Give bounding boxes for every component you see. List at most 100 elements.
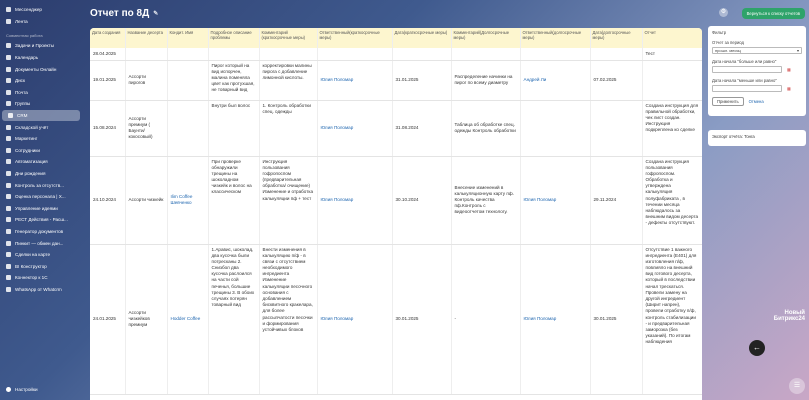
menu-icon — [6, 55, 11, 61]
sidebar-item[interactable]: Задачи и Проекты — [0, 40, 82, 52]
sidebar-item[interactable]: Сотрудники — [0, 145, 82, 157]
cell-text: Ассорти пирогов — [128, 73, 146, 85]
sidebar-item-settings[interactable]: Настройки — [6, 387, 38, 392]
table-cell[interactable]: Юлия Поломар — [317, 60, 393, 101]
table-cell: Ассорти премиум ( Баунти/ кокосовый) — [125, 100, 168, 157]
start-date-input[interactable] — [712, 66, 782, 73]
table-cell: 31.08.2024 — [392, 100, 452, 157]
column-header[interactable]: Комментарий(Долгосрочные меры) — [451, 28, 521, 48]
sidebar-item[interactable]: Управление идеями — [0, 203, 82, 215]
chat-icon[interactable]: ☰ — [789, 378, 805, 394]
sidebar-item[interactable]: Оценка персонала | Х... — [0, 191, 82, 203]
sidebar-item[interactable]: Календарь — [0, 52, 82, 64]
bitrix-promo[interactable]: Новый Битрикс24 ← — [749, 310, 805, 356]
sidebar-item[interactable]: Почта — [0, 87, 82, 99]
column-header[interactable]: Кондит. Имя — [167, 28, 209, 48]
column-header[interactable]: Дата(долгосрочные меры) — [590, 28, 643, 48]
menu-icon — [6, 124, 11, 130]
calendar-icon[interactable]: ▦ — [787, 67, 791, 72]
cell-text: Юлия Поломар — [523, 196, 557, 202]
table-cell[interactable]: Андрей Ли — [520, 60, 591, 101]
cell-text: Распределение начинки на пирог по всему … — [454, 73, 513, 85]
table-cell: 28.04.2025 — [90, 48, 126, 61]
sidebar-item[interactable]: Пинкит — обмен дан... — [0, 237, 82, 249]
table-cell[interactable] — [520, 48, 591, 61]
table-row: 19.01.2025 Ассорти пирогов Пирог который н… — [90, 60, 702, 101]
table-cell: 19.01.2025 — [90, 60, 126, 101]
export-results[interactable]: Экспорт отчёта: Тонга — [708, 130, 806, 146]
table-cell[interactable]: Ilim Coffee Шевченко — [167, 156, 209, 245]
table-cell[interactable]: Hodder Coffee — [167, 244, 209, 395]
back-to-list-button[interactable]: Вернуться к списку отчетов — [741, 8, 805, 19]
table-cell: 30.10.2024 — [392, 156, 452, 245]
table-cell[interactable]: Юлия Поломар — [520, 244, 591, 395]
table-row: 15.08.2024 Ассорти премиум ( Баунти/ коко… — [90, 100, 702, 157]
cell-text: Тест — [645, 50, 656, 56]
table-cell[interactable]: Юлия Поломар — [317, 156, 393, 245]
table-cell: 31.01.2025 — [392, 60, 452, 101]
sidebar-item[interactable]: BI Конструктор — [0, 260, 82, 272]
gear-icon[interactable]: ⚙ — [719, 8, 728, 17]
sidebar-item[interactable]: WhatsApp от Whatcrm — [0, 284, 82, 296]
menu-icon — [6, 252, 11, 258]
sidebar-item-messenger[interactable]: Мессенджер — [0, 4, 82, 16]
pencil-icon[interactable]: ✎ — [153, 10, 158, 17]
start-date-label: Дата начала "больше или равно" — [712, 59, 777, 64]
sidebar-item[interactable]: Группы — [0, 98, 82, 110]
sidebar-item-feed[interactable]: Лента — [0, 16, 82, 28]
table-cell[interactable] — [167, 48, 209, 61]
filter-panel: Фильтр Отчет за период прошл. месяц ▾ Дат… — [708, 26, 806, 116]
sidebar-item[interactable]: Сделки на карте — [0, 249, 82, 261]
sidebar-item[interactable]: РЕСТ Действия - Расш... — [0, 214, 82, 226]
sidebar-item[interactable]: Генератор документов — [0, 226, 82, 238]
period-select[interactable]: прошл. месяц ▾ — [712, 47, 802, 54]
cell-text: 24.10.2024 — [93, 196, 116, 202]
calendar-icon[interactable]: ▦ — [787, 86, 791, 91]
sidebar-item[interactable]: Диск — [0, 75, 82, 87]
table-cell[interactable]: Юлия Поломар — [520, 156, 591, 245]
cancel-link[interactable]: Отмена — [749, 99, 764, 104]
sidebar-item[interactable]: Документы Онлайн — [0, 63, 82, 75]
cell-text: Ilim Coffee Шевченко — [170, 193, 193, 205]
sidebar-item[interactable]: Коннектор к 1С — [0, 272, 82, 284]
feed-icon — [6, 18, 11, 24]
column-header[interactable]: Отчет — [642, 28, 702, 48]
sidebar-item[interactable]: CRM — [2, 109, 80, 122]
sidebar-item[interactable]: Маркетинг — [0, 133, 82, 145]
arrow-left-icon[interactable]: ← — [749, 340, 765, 356]
menu-icon — [6, 217, 11, 223]
cell-text: Таблица об обработке спец. одежды Контро… — [454, 121, 516, 133]
apply-button[interactable]: Применить — [712, 97, 744, 106]
cell-text: 07.02.2025 — [593, 76, 617, 82]
table-cell[interactable] — [520, 100, 591, 157]
cell-text: Hodder Coffee — [170, 315, 201, 321]
table-cell[interactable] — [317, 48, 393, 61]
gear-icon — [6, 387, 11, 392]
column-header[interactable]: Дата(краткосрочные меры) — [392, 28, 452, 48]
table-cell — [125, 48, 168, 61]
menu-icon — [6, 228, 11, 234]
column-header[interactable]: Комментарий (краткосрочные меры) — [259, 28, 318, 48]
table-cell[interactable]: Юлия Поломар — [317, 244, 393, 395]
table-cell[interactable]: Юлия Поломар — [317, 100, 393, 157]
cell-text: Создана инструкция пользования гофропосп… — [645, 158, 699, 226]
chat-icon — [6, 7, 11, 13]
cell-text: Внутри был волос — [211, 102, 251, 108]
sidebar-item[interactable]: Контроль за отсутств... — [0, 179, 82, 191]
column-header[interactable]: Ответственный(долгосрочные меры) — [520, 28, 591, 48]
menu-icon — [6, 89, 11, 95]
column-header[interactable]: Подробное описание проблемы — [208, 28, 260, 48]
table-cell[interactable] — [167, 60, 209, 101]
cell-text: Ассорти чизкейк — [128, 196, 164, 202]
table-cell: 1.Аравис, шоколад, два кусочка были потр… — [208, 244, 260, 395]
column-header[interactable]: Название десерта — [125, 28, 168, 48]
table-cell[interactable] — [167, 100, 209, 157]
sidebar-item[interactable]: Автоматизация — [0, 156, 82, 168]
sidebar-item[interactable]: Дни рождения — [0, 168, 82, 180]
sidebar-item[interactable]: Складской учёт — [0, 121, 82, 133]
cell-text: корректировки малины пирога с добавление… — [262, 62, 312, 80]
column-header[interactable]: Дата создания — [90, 28, 126, 48]
menu-icon — [6, 182, 11, 188]
column-header[interactable]: Ответственный(краткосрочные меры) — [317, 28, 393, 48]
end-date-input[interactable] — [712, 85, 782, 92]
